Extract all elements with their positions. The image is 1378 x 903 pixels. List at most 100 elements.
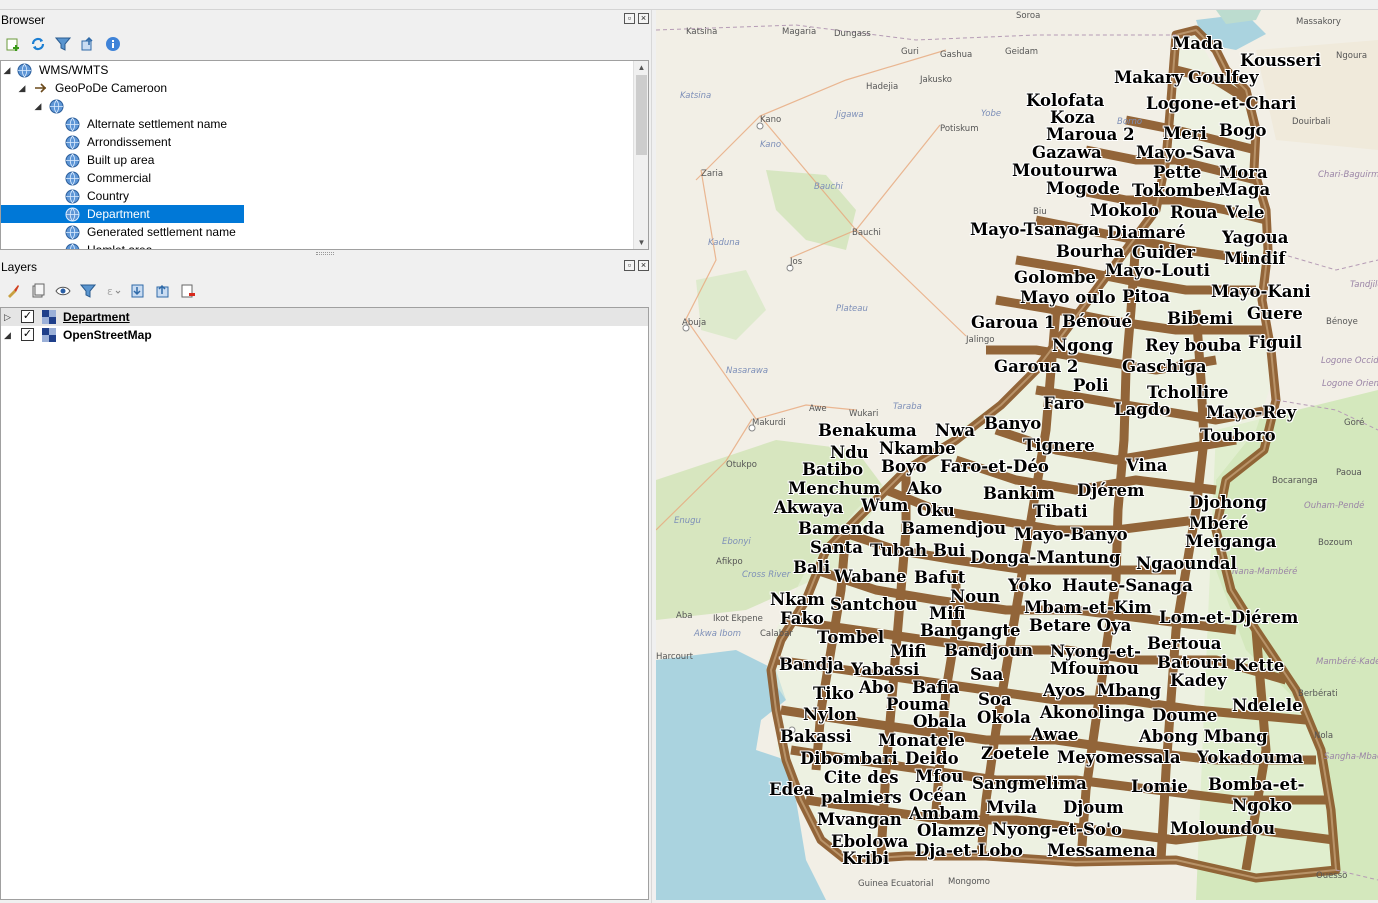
department-label: Bogo <box>1219 121 1267 140</box>
basemap-place-label: Nola <box>1314 731 1334 741</box>
department-label: Garoua 2 <box>994 357 1079 376</box>
refresh-icon[interactable] <box>29 35 47 53</box>
department-label: Meri <box>1163 124 1207 143</box>
browser-tree[interactable]: ◢ WMS/WMTS ◢ GeoPoDe Cameroon ◢ Alternat… <box>0 60 649 250</box>
remove-layer-icon[interactable] <box>179 282 197 300</box>
visibility-eye-icon[interactable] <box>54 282 72 300</box>
browser-toolbar <box>0 30 651 58</box>
department-label: Benakuma <box>818 421 917 440</box>
basemap-place-label: Abuja <box>682 318 707 328</box>
add-group-icon[interactable] <box>29 282 47 300</box>
tree-item-department-selected[interactable]: Department <box>1 205 648 223</box>
left-dock: Browser ▫ × ◢ WMS/WMTS ◢ GeoPoDe Cameroo… <box>0 10 651 903</box>
tree-item-layer[interactable]: Hamlet area <box>1 241 648 249</box>
basemap-place-label: Potiskum <box>940 124 979 134</box>
expand-all-icon[interactable] <box>129 282 147 300</box>
basemap-place-label: Goré <box>1344 418 1365 428</box>
style-brush-icon[interactable] <box>4 282 22 300</box>
department-label: Mbam-et-Kim <box>1024 598 1152 617</box>
layer-row-department[interactable]: ▷ ✓ Department <box>1 308 648 326</box>
globe-icon <box>65 189 80 204</box>
department-label: Guider <box>1132 243 1196 262</box>
basemap-place-label: Biu <box>1033 207 1047 217</box>
tree-item-layer[interactable]: Arrondissement <box>1 133 648 151</box>
tree-item-wms[interactable]: ◢ WMS/WMTS <box>1 61 648 79</box>
department-label: Lom-et-Djérem <box>1159 608 1299 627</box>
department-label: Vele <box>1226 203 1265 222</box>
department-label: Bomba-et- <box>1208 775 1305 794</box>
tree-label: Built up area <box>87 153 155 167</box>
scroll-up-icon[interactable]: ▲ <box>634 61 648 74</box>
tree-item-layer[interactable]: Generated settlement name <box>1 223 648 241</box>
department-label: Betare Oya <box>1029 616 1132 635</box>
basemap-place-label: Aba <box>676 611 693 621</box>
basemap-place-label: Otukpo <box>726 460 757 470</box>
expand-arrow-icon[interactable]: ▷ <box>4 308 11 326</box>
filter-icon[interactable] <box>54 35 72 53</box>
department-label: Messamena <box>1047 841 1156 860</box>
basemap-place-label: Logone Oriental <box>1322 379 1378 389</box>
department-label: Bamendjou <box>901 519 1007 538</box>
panel-splitter[interactable] <box>0 250 651 257</box>
vertical-scrollbar[interactable]: ▲ ▼ <box>633 61 648 249</box>
department-label: Faro <box>1043 394 1085 413</box>
department-label: Akonolinga <box>1040 703 1146 722</box>
layer-label: OpenStreetMap <box>63 328 152 342</box>
expand-arrow-icon[interactable]: ◢ <box>1 61 13 79</box>
department-label: Dja-et-Lobo <box>915 841 1023 860</box>
map-canvas[interactable]: Soroa Katsina Magaria Dungass Massakory Guri G… <box>656 10 1378 900</box>
layers-tree[interactable]: ▷ ✓ Department ◢ ✓ OpenStreetMap <box>0 307 649 900</box>
department-label: Bafut <box>914 568 966 587</box>
tree-item-layer[interactable]: Commercial <box>1 169 648 187</box>
close-panel-button[interactable]: × <box>638 260 649 271</box>
float-panel-button[interactable]: ▫ <box>624 13 635 24</box>
scroll-thumb[interactable] <box>636 75 647 155</box>
collapse-all-icon[interactable] <box>79 35 97 53</box>
layer-visibility-checkbox[interactable]: ✓ <box>21 328 34 341</box>
tree-item-layer[interactable]: Alternate settlement name <box>1 115 648 133</box>
basemap-place-label: Kano <box>760 115 782 125</box>
expand-arrow-icon[interactable]: ◢ <box>32 97 44 115</box>
department-label: Golombe <box>1014 268 1096 287</box>
layer-row-openstreetmap[interactable]: ◢ ✓ OpenStreetMap <box>1 326 648 344</box>
department-label: Doume <box>1152 706 1218 725</box>
tree-item-layer[interactable]: Country <box>1 187 648 205</box>
department-label: Mbéré <box>1189 514 1249 533</box>
department-label: Ayos <box>1043 681 1086 700</box>
basemap-place-label: Kaduna <box>708 238 740 248</box>
tree-item-layer[interactable]: Built up area <box>1 151 648 169</box>
float-panel-button[interactable]: ▫ <box>624 260 635 271</box>
basemap-place-label: Geidam <box>1005 47 1039 57</box>
tree-item-service[interactable]: ◢ <box>1 97 648 115</box>
basemap-place-label: Chari-Baguirmi <box>1318 170 1378 180</box>
department-label: Logone-et-Chari <box>1146 94 1297 113</box>
globe-icon <box>65 207 80 222</box>
basemap-place-label: Ouham-Pendé <box>1304 501 1365 511</box>
basemap-place-label: Mambéré-Kadéï <box>1316 657 1378 667</box>
department-label: Bandja <box>779 655 844 674</box>
department-label: Diamaré <box>1107 223 1186 242</box>
department-label: Haute-Sanaga <box>1062 576 1193 595</box>
department-label: Lomie <box>1131 777 1188 796</box>
basemap-place-label: Guinea Ecuatorial <box>858 879 934 889</box>
department-label: Bertoua <box>1147 634 1222 653</box>
add-icon[interactable] <box>4 35 22 53</box>
collapse-all-icon[interactable] <box>154 282 172 300</box>
close-panel-button[interactable]: × <box>638 13 649 24</box>
basemap-place-label: Yobe <box>981 109 1002 119</box>
layer-visibility-checkbox[interactable]: ✓ <box>21 310 34 323</box>
expand-arrow-icon[interactable]: ◢ <box>4 326 11 344</box>
top-toolbar-strip <box>0 0 1378 10</box>
department-label: Santa <box>810 538 863 557</box>
department-label: Mindif <box>1224 249 1286 268</box>
expand-arrow-icon[interactable]: ◢ <box>16 79 28 97</box>
tree-item-connection[interactable]: ◢ GeoPoDe Cameroon <box>1 79 648 97</box>
tree-label: Commercial <box>87 171 152 185</box>
scroll-down-icon[interactable]: ▼ <box>634 236 648 249</box>
info-icon[interactable] <box>104 35 122 53</box>
xyz-layer-icon <box>42 328 56 342</box>
filter-legend-icon[interactable] <box>79 282 97 300</box>
department-label: Ngoko <box>1232 796 1293 815</box>
basemap-place-label: Bozoum <box>1318 538 1353 548</box>
filter-expression-icon[interactable]: ε <box>104 282 122 300</box>
